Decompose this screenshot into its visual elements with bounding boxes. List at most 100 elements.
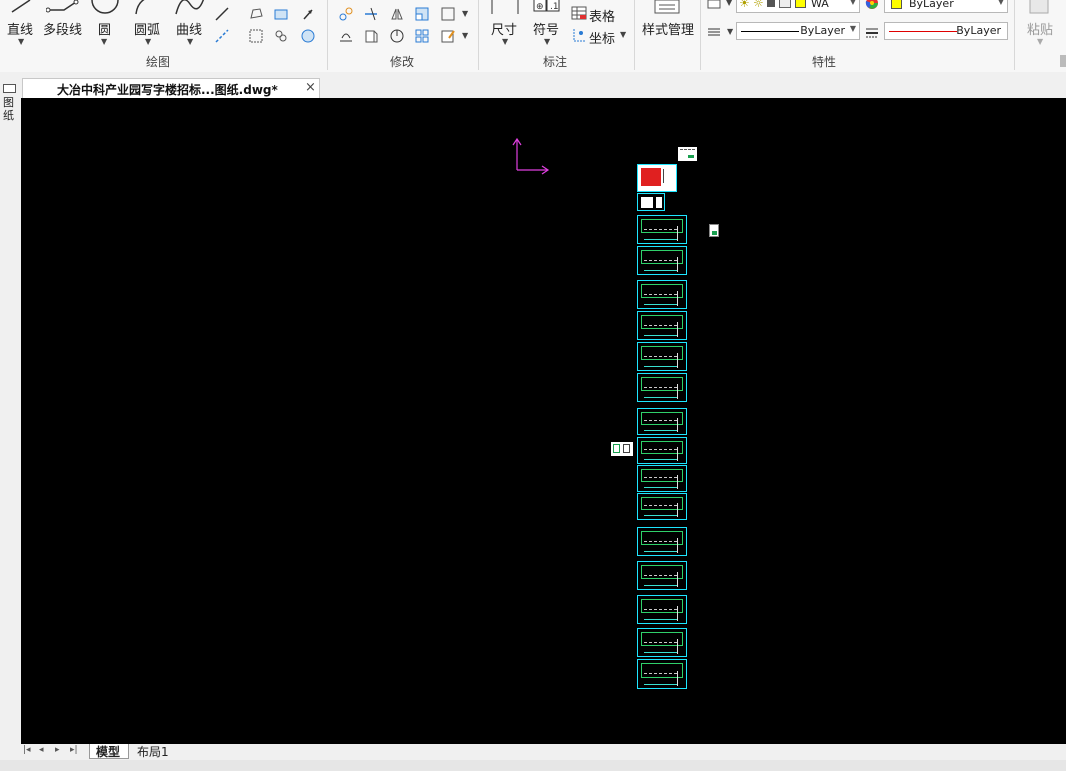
lineweight-icon[interactable]: [864, 24, 880, 40]
stretch-icon[interactable]: [363, 28, 379, 44]
revcloud-icon[interactable]: [273, 28, 289, 44]
dimension-label: 尺寸: [491, 23, 518, 38]
linetype-scale-icon[interactable]: [706, 24, 722, 40]
edit-dropdown-arrow[interactable]: ▼: [462, 31, 468, 40]
curve-dropdown-arrow: ▼: [187, 37, 194, 46]
tab-model[interactable]: 模型: [89, 744, 129, 759]
drawing-sheet-index[interactable]: [637, 193, 665, 211]
last-page-icon[interactable]: ▸|: [70, 745, 78, 755]
separator: [634, 0, 635, 70]
arc-button[interactable]: 圆弧 ▼: [130, 0, 166, 50]
scale-icon[interactable]: [414, 6, 430, 22]
drawing-sheet[interactable]: [637, 561, 687, 590]
linetype-dropdown[interactable]: ByLayer ▼: [736, 22, 860, 40]
drawing-sheet[interactable]: [637, 465, 687, 492]
array-icon[interactable]: [414, 28, 430, 44]
ray-icon[interactable]: [214, 28, 230, 44]
line-button[interactable]: 直线 ▼: [4, 0, 38, 50]
circle-dropdown-arrow: ▼: [101, 37, 108, 46]
separator: [1014, 0, 1015, 70]
hatch-icon[interactable]: [248, 28, 264, 44]
offset-icon[interactable]: [440, 6, 456, 22]
region-icon[interactable]: [248, 6, 264, 22]
symbol-button[interactable]: ⊕ .1 符号 ▼: [530, 0, 564, 50]
table-button[interactable]: 表格: [570, 4, 630, 25]
annotate-group-title: 标注: [543, 55, 568, 69]
drawing-sheet[interactable]: [637, 215, 687, 244]
paste-button[interactable]: 粘贴 ▼: [1022, 0, 1058, 50]
table-icon: [571, 6, 587, 20]
drawing-canvas[interactable]: [21, 98, 1066, 744]
drawing-sheet[interactable]: [637, 628, 687, 657]
separator: [327, 0, 328, 70]
color-swatch: [891, 0, 902, 9]
sheet-set-icon: [3, 84, 16, 93]
layer-dropdown[interactable]: ☀ ☼ WA ▼: [736, 0, 860, 13]
paste-dropdown-arrow: ▼: [1037, 37, 1044, 46]
curve-label: 曲线: [176, 23, 203, 38]
layout-tab-bar: |◂ ◂ ▸ ▸| 模型 布局1: [21, 744, 1066, 760]
drawing-sheet[interactable]: [637, 246, 687, 275]
rotate-icon[interactable]: [389, 28, 405, 44]
drawing-sheet[interactable]: [637, 437, 687, 464]
color-wheel-icon[interactable]: [864, 0, 880, 11]
document-tab[interactable]: 大冶中科产业园写字楼招标...图纸.dwg* ×: [22, 78, 320, 98]
style-manager-button[interactable]: 样式管理: [640, 0, 696, 50]
drawing-sheet[interactable]: [637, 373, 687, 402]
boundary-icon[interactable]: [273, 6, 289, 22]
dimension-dropdown-arrow: ▼: [502, 37, 509, 46]
drawing-sheet-cover[interactable]: [637, 164, 677, 192]
dimension-icon: [491, 0, 519, 14]
xline-icon[interactable]: [214, 6, 230, 22]
pick-arrow-icon[interactable]: [300, 6, 316, 22]
tab-layout1-label: 布局1: [137, 745, 169, 759]
next-page-icon[interactable]: ▸: [55, 745, 60, 755]
mirror-icon[interactable]: [389, 6, 405, 22]
arc-dropdown-arrow: ▼: [145, 37, 152, 46]
close-icon[interactable]: ×: [305, 80, 316, 95]
polyline-button[interactable]: 多段线: [42, 0, 84, 50]
style-manager-icon: [654, 0, 680, 14]
properties-edit-icon[interactable]: [440, 28, 456, 44]
drawing-sheet[interactable]: [637, 342, 687, 371]
color-dropdown[interactable]: ByLayer ▼: [884, 0, 1008, 13]
lineweight-dropdown[interactable]: ByLayer: [884, 22, 1008, 40]
first-page-icon[interactable]: |◂: [23, 745, 31, 755]
circle-button[interactable]: 圆 ▼: [90, 0, 120, 50]
drawing-sheet[interactable]: [637, 595, 687, 624]
coordinate-button[interactable]: 坐标 ▼: [570, 26, 630, 47]
wipeout-icon[interactable]: [300, 28, 316, 44]
drawing-sheet[interactable]: [637, 311, 687, 340]
prev-page-icon[interactable]: ◂: [39, 745, 44, 755]
paste-label: 粘贴: [1027, 23, 1054, 38]
copy-icon[interactable]: [338, 28, 354, 44]
color-value: ByLayer: [909, 0, 954, 10]
horizontal-scrollbar[interactable]: [0, 760, 1066, 771]
legend-block: [678, 147, 697, 161]
trim-icon[interactable]: [363, 6, 379, 22]
drawing-sheet[interactable]: [637, 280, 687, 309]
curve-button[interactable]: 曲线 ▼: [172, 0, 208, 50]
chevron-down-icon: ▼: [849, 0, 856, 6]
drawing-sheet[interactable]: [637, 493, 687, 520]
move-icon[interactable]: [338, 6, 354, 22]
separator: [700, 0, 701, 70]
tab-layout1[interactable]: 布局1: [131, 744, 181, 759]
layer-lock-icon: [767, 0, 775, 7]
drawing-sheet[interactable]: [637, 659, 687, 689]
linetype-scale-arrow[interactable]: ▼: [727, 27, 733, 36]
table-label: 表格: [589, 10, 616, 25]
polyline-icon: [46, 0, 79, 13]
sheet-set-button[interactable]: 图纸: [1, 84, 19, 124]
layer-dropdown-arrow[interactable]: ▼: [726, 0, 732, 7]
offset-dropdown-arrow[interactable]: ▼: [462, 9, 468, 18]
layer-name: WA: [811, 0, 829, 10]
dimension-button[interactable]: 尺寸 ▼: [488, 0, 522, 50]
layer-color-swatch: [795, 0, 806, 8]
drawing-sheet[interactable]: [637, 527, 687, 556]
layer-properties-icon[interactable]: [706, 0, 722, 12]
arc-label: 圆弧: [134, 23, 161, 38]
drawing-sheet[interactable]: [637, 408, 687, 435]
layer-plot-icon: [779, 0, 791, 8]
line-dropdown-arrow: ▼: [18, 37, 25, 46]
